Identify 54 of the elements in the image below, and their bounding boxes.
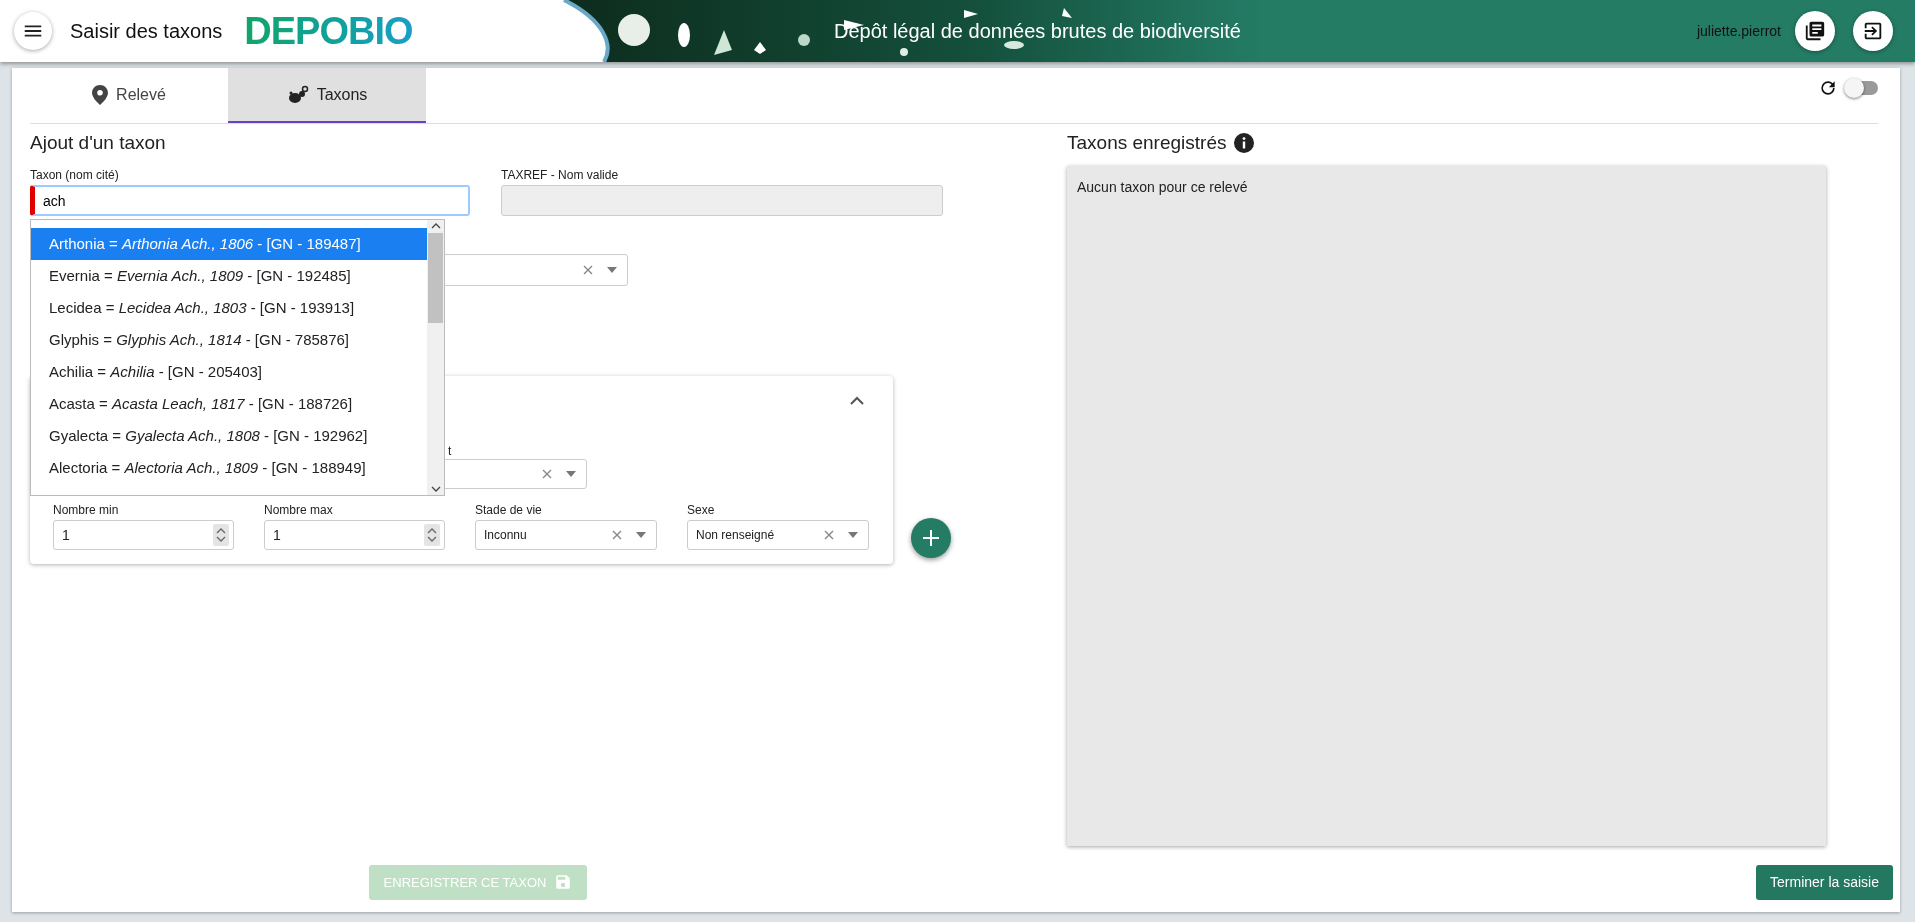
logout-icon xyxy=(1862,20,1884,42)
clear-icon[interactable] xyxy=(583,265,593,275)
menu-button[interactable] xyxy=(14,12,52,50)
number-input[interactable]: 1 xyxy=(264,520,445,550)
field-label: TAXREF - Nom valide xyxy=(501,168,620,182)
caret-icon[interactable] xyxy=(566,471,576,477)
page-title: Saisir des taxons xyxy=(70,19,223,43)
suggestion-item[interactable]: Lecidea = Lecidea Ach., 1803 - [GN - 193913] xyxy=(31,292,427,324)
tab[interactable]: Taxons xyxy=(228,68,426,123)
suggestion-item[interactable]: Achilia = Achilia - [GN - 205403] xyxy=(31,356,427,388)
clear-icon[interactable] xyxy=(542,469,552,479)
username: juliette.pierrot xyxy=(1696,23,1781,39)
chevron-up-icon[interactable] xyxy=(850,396,864,406)
scroll-up-icon[interactable] xyxy=(430,223,441,229)
section-heading: Taxons enregistrés xyxy=(1067,132,1227,154)
banner-title: Dépôt légal de données brutes de biodiversité xyxy=(834,19,1241,43)
field-label: Sexe xyxy=(687,503,716,517)
plus-icon xyxy=(922,529,940,547)
field-label: Taxon (nom cité) xyxy=(30,168,120,182)
clear-icon[interactable] xyxy=(824,530,834,540)
stepper-icon[interactable] xyxy=(213,524,229,546)
save-icon xyxy=(554,873,573,891)
suggestion-item[interactable]: Acasta = Acasta Leach, 1817 - [GN - 188726] xyxy=(31,388,427,420)
field-label: Nombre max xyxy=(264,503,334,517)
suggestion-item[interactable]: Glyphis = Glyphis Ach., 1814 - [GN - 785876] xyxy=(31,324,427,356)
empty-message: Aucun taxon pour ce relevé xyxy=(1077,179,1248,195)
caret-icon[interactable] xyxy=(848,532,858,538)
finish-button[interactable]: Terminer la saisie xyxy=(1756,864,1893,900)
field-label: Stade de vie xyxy=(475,503,543,517)
add-button[interactable] xyxy=(911,518,951,558)
info-icon xyxy=(1234,133,1255,153)
pin-icon xyxy=(92,84,109,105)
suggestion-item[interactable]: Alectoria = Alectoria Ach., 1809 - [GN - 188949] xyxy=(31,452,427,484)
suggestion-item[interactable]: Gyalecta = Gyalecta Ach., 1808 - [GN - 192962] xyxy=(31,420,427,452)
select-field[interactable]: Non renseigné xyxy=(687,520,869,550)
scroll-down-icon[interactable] xyxy=(430,486,441,492)
clear-icon[interactable] xyxy=(612,530,622,540)
caret-icon[interactable] xyxy=(636,532,646,538)
scrollbar[interactable] xyxy=(427,220,444,495)
taxon-input[interactable]: ach xyxy=(30,185,470,216)
stepper-icon[interactable] xyxy=(424,524,440,546)
section-heading: Ajout d'un taxon xyxy=(30,132,166,154)
field-label: Nombre min xyxy=(53,503,120,517)
number-input[interactable]: 1 xyxy=(53,520,234,550)
logout-button[interactable] xyxy=(1853,11,1893,51)
caret-icon[interactable] xyxy=(607,267,617,273)
suggestion-item[interactable]: Evernia = Evernia Ach., 1809 - [GN - 192485] xyxy=(31,260,427,292)
critters-icon xyxy=(286,84,309,105)
library-button[interactable] xyxy=(1795,11,1835,51)
library-icon xyxy=(1804,20,1826,42)
field-label: t xyxy=(448,444,452,458)
suggestion-item[interactable]: Arthonia = Arthonia Ach., 1806 - [GN - 189487] xyxy=(31,228,427,260)
select-field[interactable]: Inconnu xyxy=(475,520,657,550)
refresh-icon[interactable] xyxy=(1818,78,1838,98)
